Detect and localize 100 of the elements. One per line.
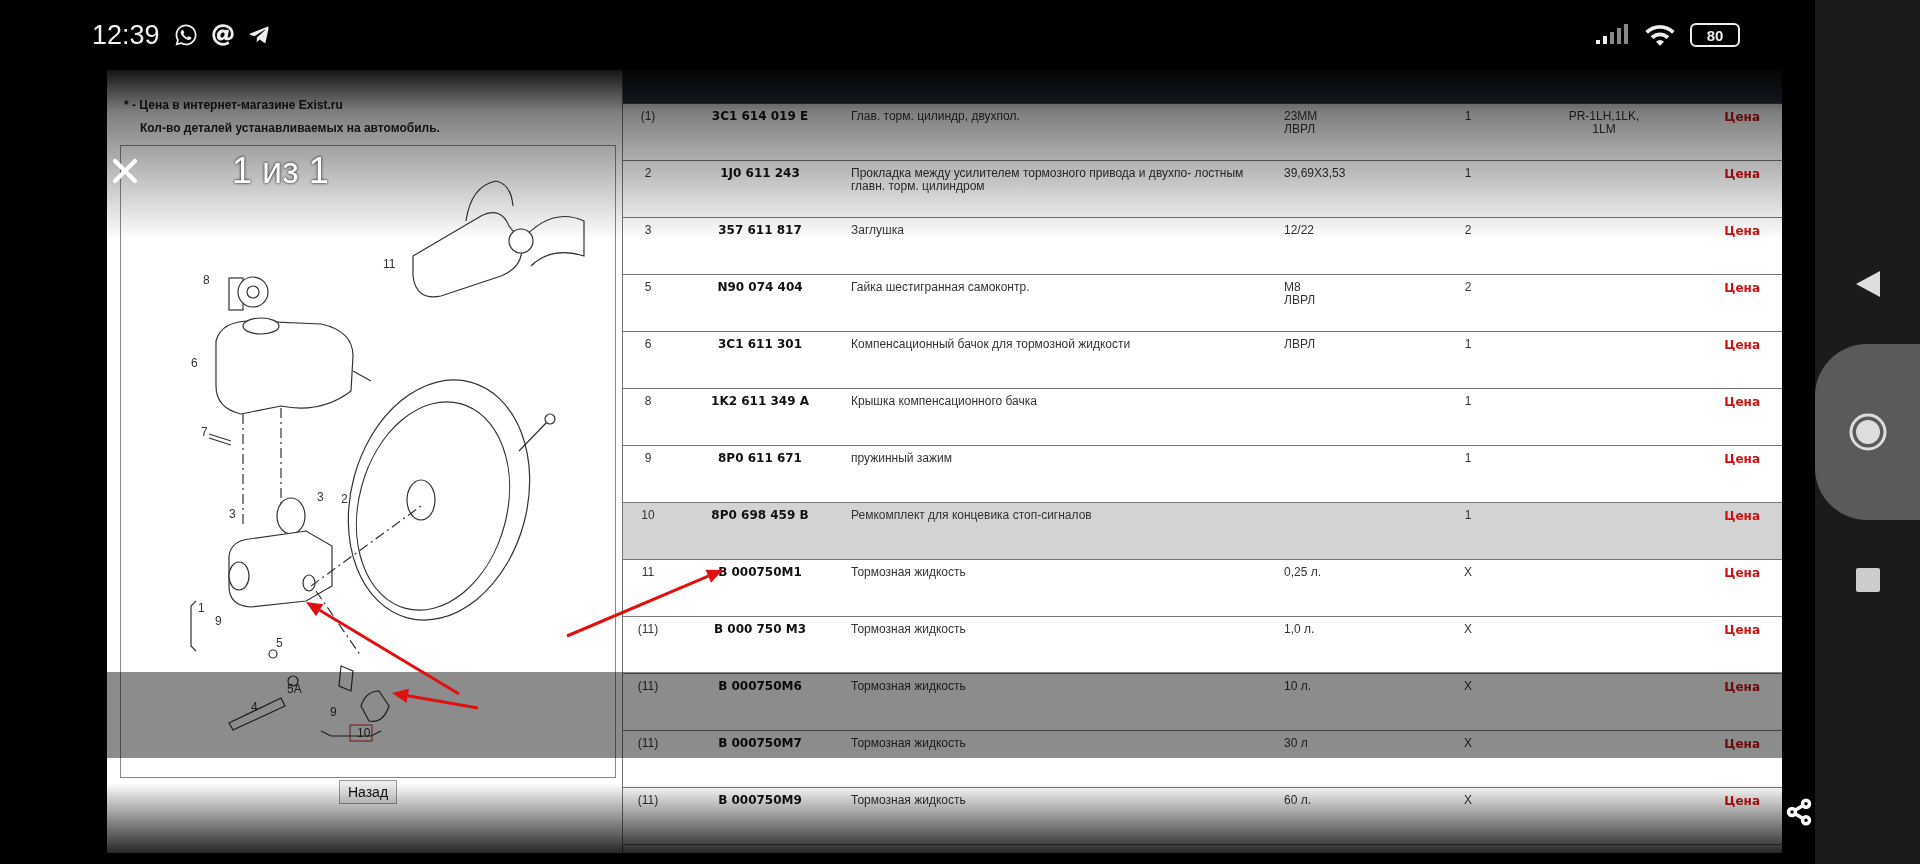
share-icon <box>1785 798 1813 826</box>
size-cell-text: 23MM ЛВРЛ <box>1283 110 1319 138</box>
description-cell-text: Тормозная жидкость <box>850 794 967 809</box>
position-cell-text: 2 <box>643 167 653 182</box>
signal-icon <box>1596 24 1630 46</box>
battery-icon: 80 <box>1690 23 1740 47</box>
callout-label: 7 <box>201 425 208 439</box>
price-link[interactable]: Цена <box>1724 167 1760 181</box>
callout-label: 5A <box>287 682 302 696</box>
position-cell-text: 11 <box>640 566 656 581</box>
description-cell-text: Компенсационный бачок для тормозной жидкости <box>850 338 1132 353</box>
callout-label: 11 <box>383 257 396 271</box>
description-cell-text: Гайка шестигранная самоконтр. <box>850 281 1031 296</box>
note-text: * - Цена в интернет-магазине Exist.ru <box>123 97 344 114</box>
size-cell-text: 1,0 л. <box>1283 623 1316 638</box>
position-cell-text: 3 <box>643 224 653 239</box>
callout-label: 3 <box>317 490 324 504</box>
description-cell-text: Прокладка между усилителем тормозного привода и двухпо- лостным главн. торм. цилиндром <box>850 167 1245 195</box>
size-cell-text: 39,69X3,53 <box>1283 167 1347 182</box>
quantity-cell-text: X <box>1463 737 1473 752</box>
quantity-cell-text: X <box>1463 623 1473 638</box>
table-row[interactable]: 10 8P0 698 459 B Ремкомплект для концевика стоп-сигналов 1 Цена <box>623 503 1782 560</box>
part-number-cell-text: 1J0 611 243 <box>719 167 801 182</box>
callout-label: 1 <box>198 601 205 615</box>
position-cell-text: 8 <box>643 395 653 410</box>
price-link[interactable]: Цена <box>1724 566 1760 580</box>
chat-bubble-icon <box>173 23 198 47</box>
price-link[interactable]: Цена <box>1724 395 1760 409</box>
position-cell-text: (11) <box>636 680 660 695</box>
price-link[interactable]: Цена <box>1724 338 1760 352</box>
quantity-cell-text: X <box>1463 680 1473 695</box>
quantity-cell-text: 1 <box>1463 509 1473 524</box>
recents-square-icon <box>1853 566 1882 594</box>
quantity-cell-text: 1 <box>1463 167 1473 182</box>
position-cell-text: (11) <box>636 794 660 809</box>
status-time: 12:39 <box>92 19 160 51</box>
callout-label: 3 <box>229 507 236 521</box>
size-cell-text: 12/22 <box>1283 224 1316 239</box>
price-link[interactable]: Цена <box>1724 224 1760 238</box>
price-link[interactable]: Цена <box>1724 680 1760 694</box>
callout-label: 6 <box>191 356 198 370</box>
home-nav-button[interactable] <box>1815 344 1920 520</box>
size-cell-text: ЛВРЛ <box>1283 338 1317 353</box>
back-button[interactable]: Назад <box>338 780 398 804</box>
size-cell-text: 30 л <box>1283 737 1309 752</box>
description-cell-text: Тормозная жидкость <box>850 623 967 638</box>
callout-label: 10 <box>357 726 371 740</box>
callout-label: 9 <box>330 705 337 719</box>
callout-label: 5 <box>276 636 283 650</box>
part-number-cell-text: 357 611 817 <box>717 224 803 239</box>
description-cell-text: Крышка компенсационного бачка <box>850 395 1038 410</box>
size-cell-text: 10 л. <box>1283 680 1313 695</box>
position-cell-text: 10 <box>640 509 656 524</box>
callout-label: 8 <box>203 273 210 287</box>
price-link[interactable]: Цена <box>1724 737 1760 751</box>
description-cell-text: Тормозная жидкость <box>850 680 967 695</box>
part-number-cell-text: B 000750M9 <box>717 794 803 809</box>
quantity-cell-text: 1 <box>1463 110 1473 125</box>
position-cell-text: 5 <box>643 281 653 296</box>
part-number-cell-text: B 000750M6 <box>717 680 803 695</box>
quantity-cell-text: 1 <box>1463 395 1473 410</box>
callout-label: 2 <box>341 492 348 506</box>
description-cell-text: Тормозная жидкость <box>850 566 967 581</box>
price-link[interactable]: Цена <box>1724 509 1760 523</box>
position-cell-text: (1) <box>639 110 657 125</box>
size-cell-text: M8 ЛВРЛ <box>1283 281 1317 309</box>
callout-label: 9 <box>215 614 222 628</box>
part-number-cell-text: 3C1 611 301 <box>717 338 803 353</box>
part-number-cell-text: B 000 750 M3 <box>712 623 808 638</box>
size-cell-text: 60 л. <box>1283 794 1313 809</box>
home-circle-icon <box>1847 412 1888 452</box>
position-cell-text: (11) <box>636 737 660 752</box>
part-number-cell-text: N90 074 404 <box>716 281 804 296</box>
position-cell-text: (11) <box>636 623 660 638</box>
description-cell-text: Тормозная жидкость <box>850 737 967 752</box>
price-link[interactable]: Цена <box>1724 794 1760 808</box>
part-number-cell-text: 8P0 611 671 <box>717 452 803 467</box>
part-number-cell-text: B 000750M7 <box>717 737 803 752</box>
price-link[interactable]: Цена <box>1724 110 1760 124</box>
part-number-cell-text: 3C1 614 019 E <box>710 110 810 125</box>
price-link[interactable]: Цена <box>1724 452 1760 466</box>
quantity-cell-text: 2 <box>1463 224 1473 239</box>
at-sign-icon <box>211 24 234 46</box>
price-link[interactable]: Цена <box>1724 623 1760 637</box>
part-number-cell-text: 1K2 611 349 A <box>710 395 810 410</box>
paper-plane-icon <box>247 24 270 46</box>
description-cell-text: пружинный зажим <box>850 452 953 467</box>
part-number-cell-text: 8P0 698 459 B <box>710 509 810 524</box>
position-cell-text: 9 <box>643 452 653 467</box>
note-cell-text: PR-1LH,1LK, 1LM <box>1567 110 1641 138</box>
note-text: Кол-во деталей устанавливаемых на автомобиль. <box>139 120 441 137</box>
description-cell-text: Глав. торм. цилиндр, двухпол. <box>850 110 1021 125</box>
quantity-cell-text: X <box>1463 794 1473 809</box>
quantity-cell-text: 1 <box>1463 338 1473 353</box>
quantity-cell-text: 1 <box>1463 452 1473 467</box>
quantity-cell-text: X <box>1463 566 1473 581</box>
size-cell-text: 0,25 л. <box>1283 566 1323 581</box>
image-counter: 1 из 1 <box>232 150 329 192</box>
price-link[interactable]: Цена <box>1724 281 1760 295</box>
quantity-cell-text: 2 <box>1463 281 1473 296</box>
